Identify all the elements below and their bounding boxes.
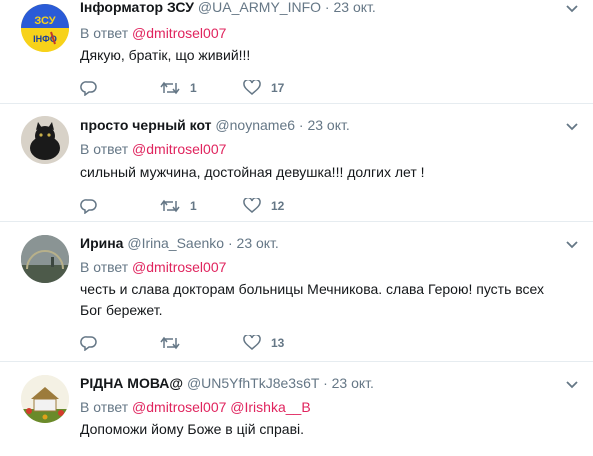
tweet-text: Допоможи йому Боже в цій справі. — [80, 421, 305, 437]
like-button[interactable]: 17 — [243, 78, 284, 98]
chevron-down-icon[interactable] — [565, 4, 579, 14]
reply-context: В ответ @dmitrosel007 — [80, 24, 226, 42]
retweet-icon — [160, 336, 180, 350]
tweet-actions: 1 12 — [80, 196, 380, 216]
retweet-count: 1 — [190, 199, 197, 213]
tweet-header: Ирина @Irina_Saenko · 23 окт. — [80, 234, 279, 252]
timestamp[interactable]: 23 окт. — [332, 375, 374, 391]
like-button[interactable]: 13 — [243, 333, 284, 353]
separator-dot: · — [324, 0, 330, 15]
display-name[interactable]: Ирина — [80, 235, 123, 251]
mention-link[interactable]: @dmitrosel007 — [132, 259, 226, 275]
tweet-text: честь и слава докторам больницы Мечников… — [80, 281, 545, 318]
retweet-button[interactable]: 1 — [160, 196, 197, 216]
tweet-actions: 1 17 — [80, 78, 380, 98]
mention-link[interactable]: @dmitrosel007 — [132, 25, 226, 41]
retweet-icon — [160, 81, 180, 95]
reply-prefix: В ответ — [80, 25, 129, 41]
tweet-text: Дякую, братік, що живий!!! — [80, 47, 251, 63]
display-name[interactable]: РІДНА МОВА@ — [80, 375, 183, 391]
reply-prefix: В ответ — [80, 259, 129, 275]
reply-button[interactable] — [80, 333, 108, 353]
svg-text:ЗСУ: ЗСУ — [34, 15, 55, 27]
reply-prefix: В ответ — [80, 399, 129, 415]
avatar[interactable] — [21, 116, 69, 164]
chevron-down-icon[interactable] — [565, 380, 579, 390]
like-count: 12 — [271, 199, 285, 213]
rainbow-landscape-avatar-icon — [21, 235, 69, 283]
timestamp[interactable]: 23 окт. — [237, 235, 279, 251]
display-name[interactable]: просто черный кот — [80, 117, 212, 133]
reply-icon — [80, 199, 97, 214]
user-handle[interactable]: @noyname6 — [215, 117, 295, 133]
reply-prefix: В ответ — [80, 141, 129, 157]
user-handle[interactable]: @UN5YfhTkJ8e3s6T — [187, 375, 319, 391]
chevron-down-icon[interactable] — [565, 240, 579, 250]
tweet-actions: 13 — [80, 333, 380, 353]
retweet-icon — [160, 199, 180, 213]
user-handle[interactable]: @Irina_Saenko — [127, 235, 224, 251]
heart-icon — [243, 198, 261, 213]
reply-icon — [80, 336, 97, 351]
mention-link[interactable]: @dmitrosel007 — [132, 141, 226, 157]
tweet[interactable]: просто черный кот @noyname6 · 23 окт. В … — [0, 104, 593, 222]
black-cat-avatar-icon — [21, 116, 69, 164]
reply-context: В ответ @dmitrosel007 — [80, 140, 226, 158]
mention-link[interactable]: @Irishka__B — [230, 399, 310, 415]
like-count: 13 — [271, 336, 285, 350]
user-handle[interactable]: @UA_ARMY_INFO — [198, 0, 321, 15]
tweet-text: сильный мужчина, достойная девушка!!! до… — [80, 164, 425, 180]
tweet[interactable]: Ирина @Irina_Saenko · 23 окт. В ответ @d… — [0, 222, 593, 362]
timestamp[interactable]: 23 окт. — [333, 0, 375, 15]
like-count: 17 — [271, 81, 285, 95]
retweet-count: 1 — [190, 81, 197, 95]
timestamp[interactable]: 23 окт. — [307, 117, 349, 133]
like-button[interactable]: 12 — [243, 196, 284, 216]
avatar[interactable] — [21, 375, 69, 423]
retweet-button[interactable] — [160, 333, 190, 353]
avatar[interactable]: ЗСУ ІНФО — [21, 4, 69, 52]
reply-icon — [80, 81, 97, 96]
tweet[interactable]: ЗСУ ІНФО Інформатор ЗСУ @UA_ARMY_INFO · … — [0, 0, 593, 104]
heart-icon — [243, 80, 261, 95]
heart-icon — [243, 335, 261, 350]
reply-button[interactable] — [80, 78, 108, 98]
tweet[interactable]: РІДНА МОВА@ @UN5YfhTkJ8e3s6T · 23 окт. В… — [0, 362, 593, 456]
reply-context: В ответ @dmitrosel007 — [80, 258, 226, 276]
separator-dot: · — [227, 235, 233, 251]
tweet-header: Інформатор ЗСУ @UA_ARMY_INFO · 23 окт. — [80, 0, 376, 16]
avatar[interactable] — [21, 235, 69, 283]
retweet-button[interactable]: 1 — [160, 78, 197, 98]
chevron-down-icon[interactable] — [565, 122, 579, 132]
reply-context: В ответ @dmitrosel007 @Irishka__B — [80, 398, 311, 416]
village-house-avatar-icon — [21, 375, 69, 423]
separator-dot: · — [323, 375, 328, 391]
separator-dot: · — [298, 117, 304, 133]
tweet-header: просто черный кот @noyname6 · 23 окт. — [80, 116, 350, 134]
tweet-header: РІДНА МОВА@ @UN5YfhTkJ8e3s6T · 23 окт. — [80, 374, 374, 392]
reply-button[interactable] — [80, 196, 108, 216]
mention-link[interactable]: @dmitrosel007 — [132, 399, 226, 415]
display-name[interactable]: Інформатор ЗСУ — [80, 0, 194, 15]
ukraine-army-logo-icon: ЗСУ ІНФО — [21, 4, 69, 52]
